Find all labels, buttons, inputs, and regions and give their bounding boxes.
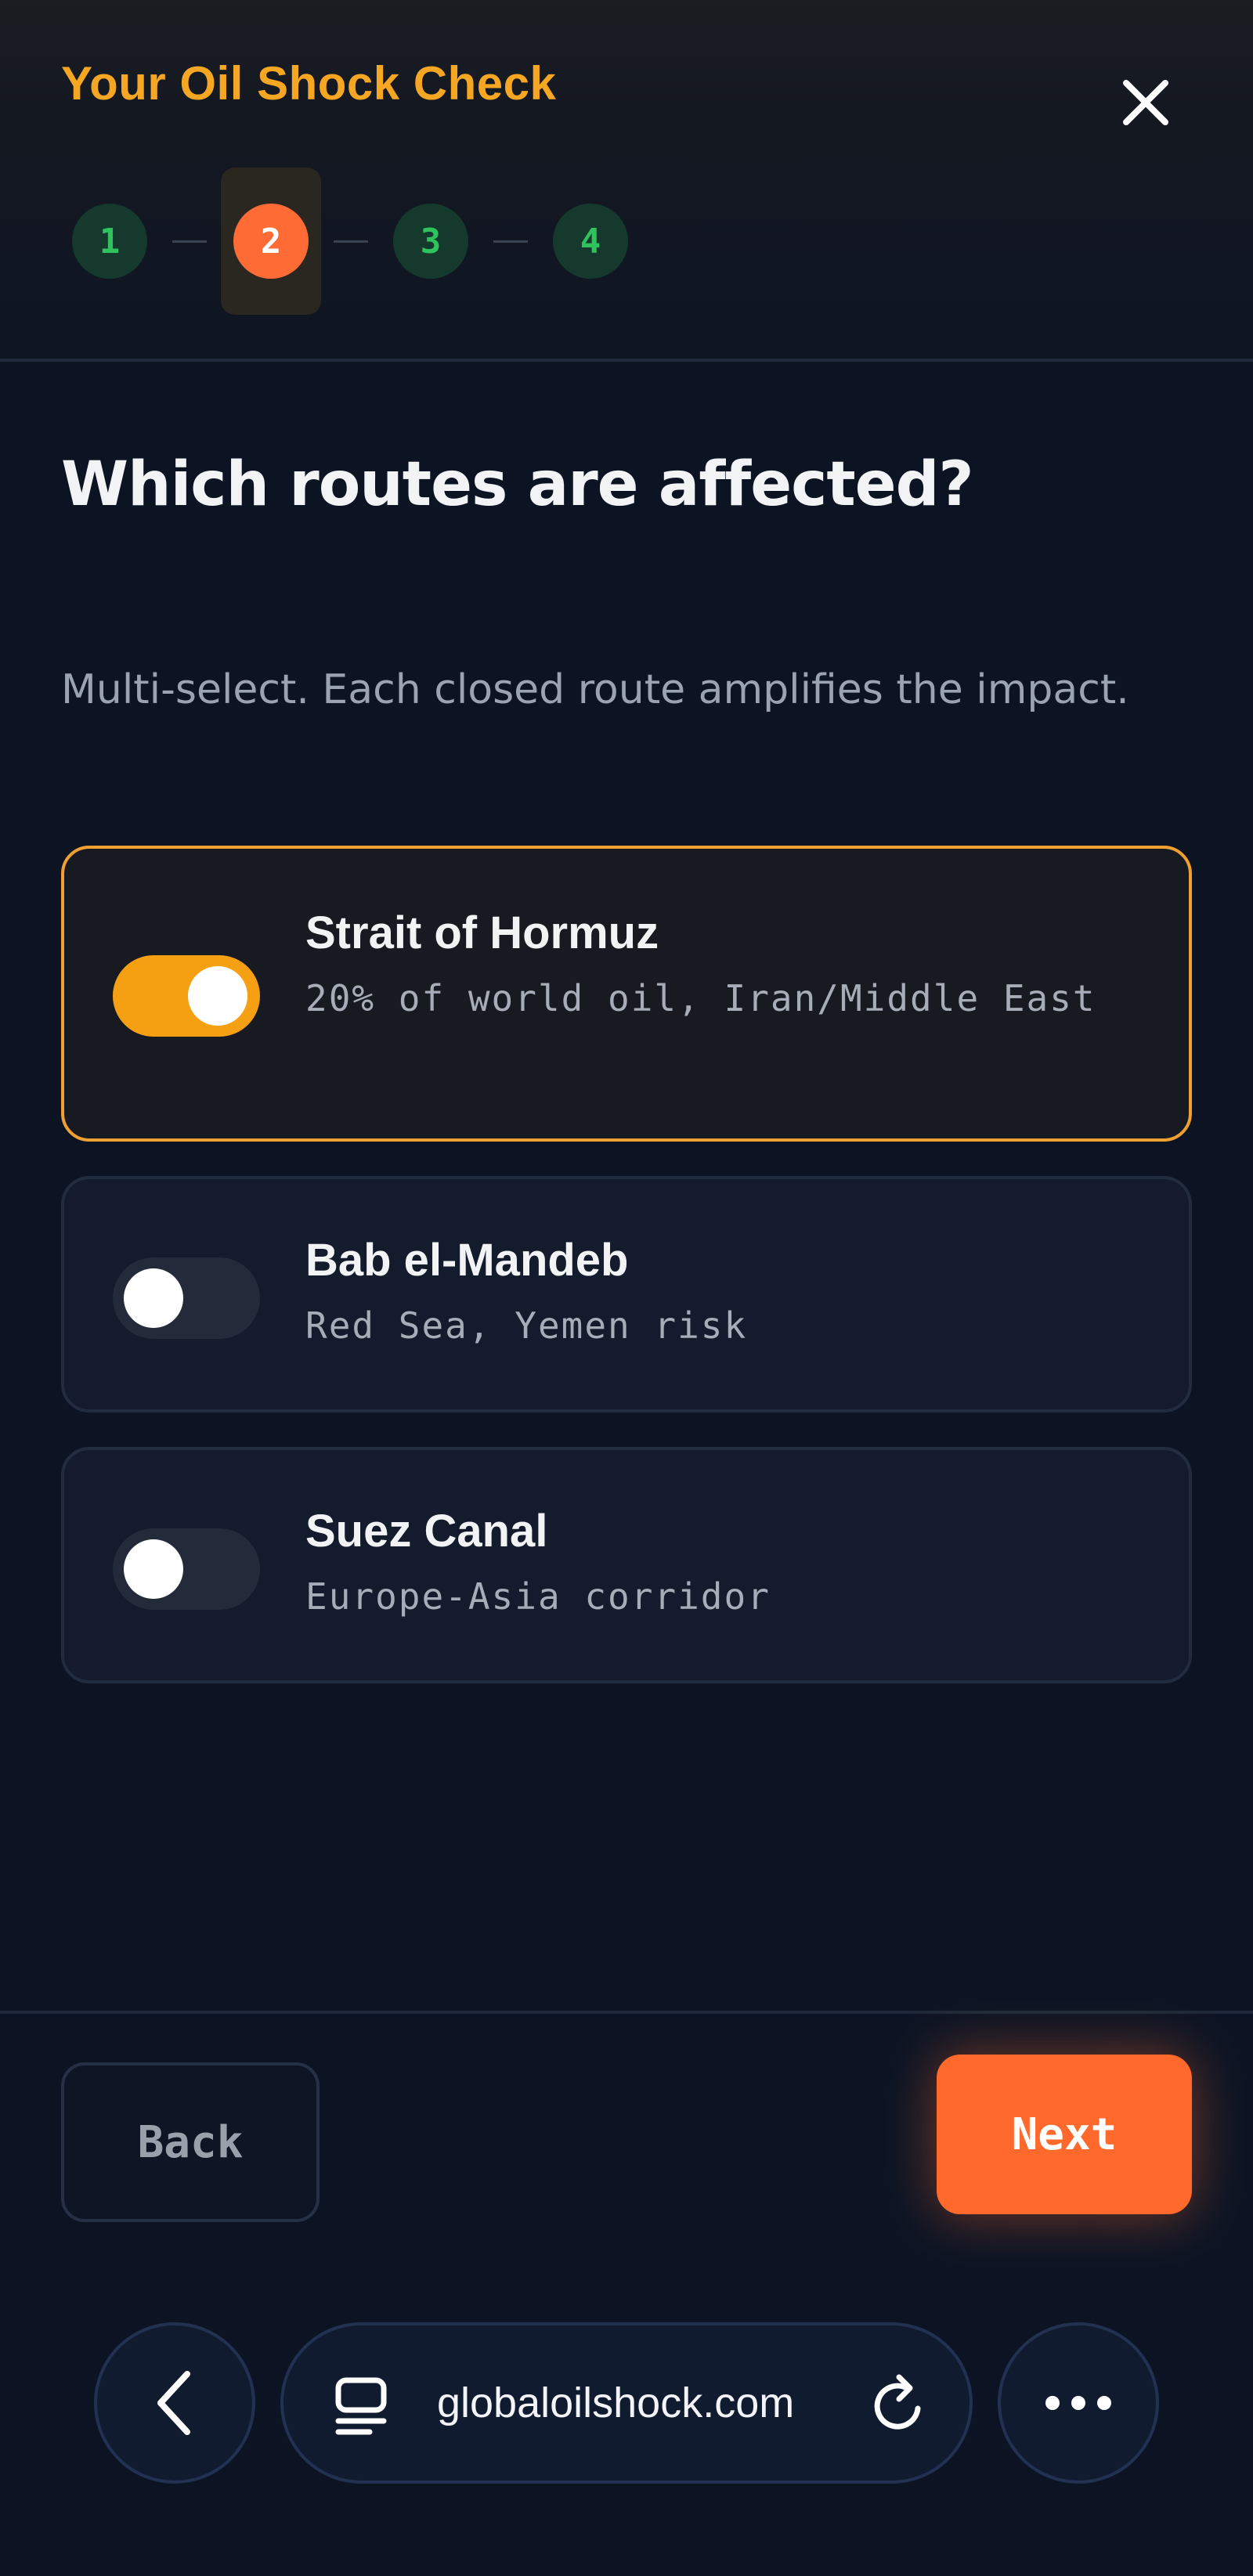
more-icon [1045,2396,1111,2410]
route-card-suez[interactable]: Suez Canal Europe-Asia corridor [61,1447,1192,1683]
close-icon [1123,80,1168,125]
step-4[interactable]: 4 [553,204,628,279]
route-card-hormuz[interactable]: Strait of Hormuz 20% of world oil, Iran/… [61,846,1192,1142]
footer-divider [0,2011,1253,2014]
route-description: Europe-Asia corridor [305,1575,771,1618]
step-1[interactable]: 1 [72,204,147,279]
step-3[interactable]: 3 [393,204,468,279]
route-toggle-hormuz[interactable] [113,955,260,1037]
route-toggle-suez[interactable] [113,1528,260,1610]
address-bar[interactable]: globaloilshock.com [280,2322,973,2484]
route-toggle-bab-el-mandeb[interactable] [113,1257,260,1339]
question-hint: Multi-select. Each closed route amplifie… [61,666,1129,713]
route-card-bab-el-mandeb[interactable]: Bab el-Mandeb Red Sea, Yemen risk [61,1176,1192,1412]
route-title: Bab el-Mandeb [305,1235,629,1286]
next-button[interactable]: Next [937,2055,1192,2214]
route-description: 20% of world oil, Iran/Middle East [305,977,1096,1019]
browser-back-button[interactable] [94,2322,255,2484]
url-text: globaloilshock.com [437,2379,795,2426]
back-button[interactable]: Back [61,2062,320,2222]
route-description: Red Sea, Yemen risk [305,1304,748,1347]
header: Your Oil Shock Check 1 2 3 4 [0,0,1253,362]
route-title: Strait of Hormuz [305,907,659,958]
toggle-knob [188,966,247,1026]
question-heading: Which routes are affected? [61,449,974,520]
toggle-knob [124,1539,183,1599]
step-2[interactable]: 2 [233,204,309,279]
chevron-left-icon [157,2371,190,2435]
page-icon [335,2377,387,2435]
browser-more-button[interactable] [998,2322,1159,2484]
route-title: Suez Canal [305,1506,548,1557]
step-connector [334,240,368,243]
step-connector [172,240,207,243]
quiz-page: Your Oil Shock Check 1 2 3 4 Which route… [0,0,1253,2576]
close-button[interactable] [1112,69,1179,136]
step-connector [493,240,528,243]
toggle-knob [124,1268,183,1328]
reload-icon[interactable] [868,2371,930,2438]
page-title: Your Oil Shock Check [61,57,557,110]
